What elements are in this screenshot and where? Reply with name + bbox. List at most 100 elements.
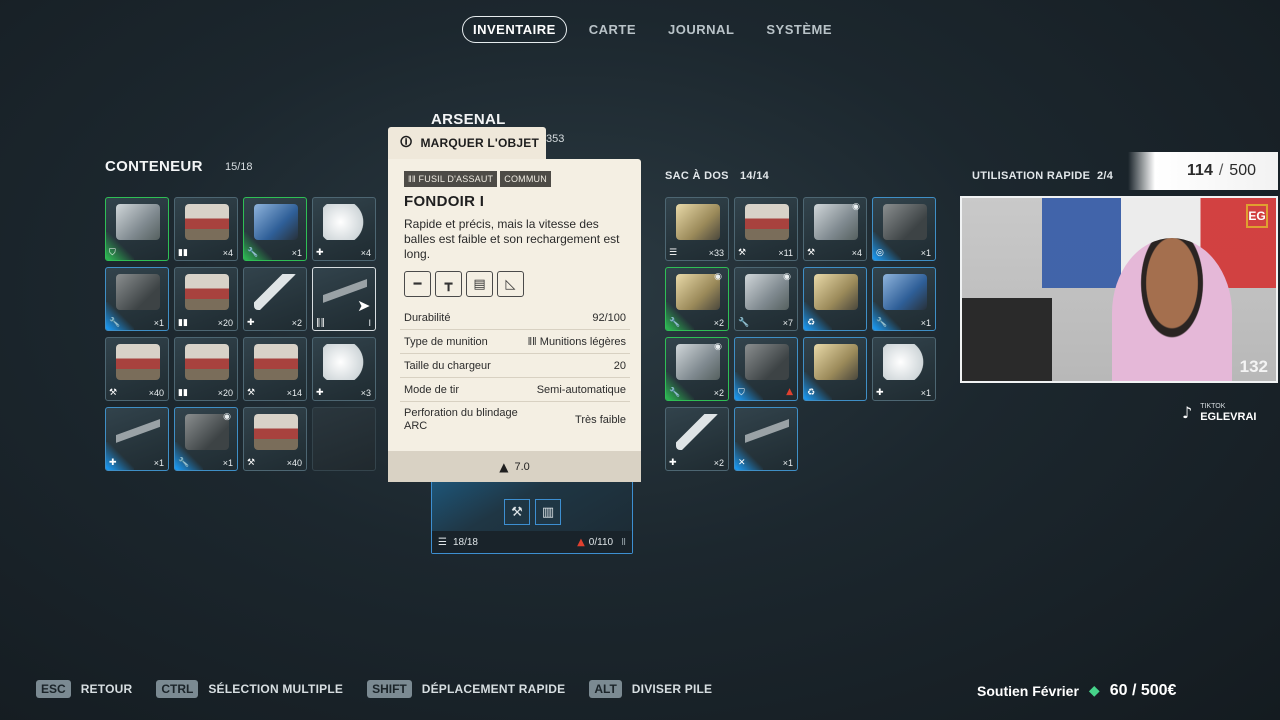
container-slot[interactable]: ✚ ×3: [312, 337, 376, 401]
hammer-icon: ⚒: [807, 248, 816, 258]
light-ammo-icon: ‖‖: [527, 335, 540, 348]
container-slot[interactable]: ▮▮ ×20: [174, 267, 238, 331]
slot-quantity: ×1: [222, 458, 233, 468]
goal-max: 500: [1229, 162, 1256, 179]
alt-key: ALT: [589, 680, 622, 698]
muzzle-mod-icon: ━: [404, 271, 431, 297]
item-image: [745, 204, 789, 240]
backpack-slot[interactable]: 🔧 ×1: [872, 267, 936, 331]
hammer-icon: ⚒: [109, 388, 118, 398]
backpack-slot[interactable]: ⛉ ▲: [734, 337, 798, 401]
backpack-slot[interactable]: ◉ 🔧 ×2: [665, 267, 729, 331]
stat-row: Mode de tir Semi-automatique: [400, 378, 630, 402]
item-image: [745, 344, 789, 380]
container-slot[interactable]: ✚ ×1: [105, 407, 169, 471]
arsenal-warning-value: 0/110: [588, 536, 614, 548]
container-slot[interactable]: 🔧 ×1: [243, 197, 307, 261]
weight-footer: ▲ 7.0: [388, 451, 641, 482]
warning-icon: ▲: [577, 536, 585, 548]
backpack-slot[interactable]: ☰ ×33: [665, 197, 729, 261]
container-slot[interactable]: ◉ 🔧 ×1: [174, 407, 238, 471]
container-slot[interactable]: ⚒ ×40: [105, 337, 169, 401]
slot-quantity: ×1: [920, 388, 931, 398]
wrench-icon: 🔧: [876, 318, 888, 328]
stock-mod-icon: ◺: [497, 271, 524, 297]
item-image: [745, 414, 789, 450]
container-slot[interactable]: ✚ ×4: [312, 197, 376, 261]
backpack-slot[interactable]: ✚ ×2: [665, 407, 729, 471]
backpack-slot[interactable]: ♻: [803, 267, 867, 331]
arsenal-weapon-panel[interactable]: ⚒ ▥ ☰ 18/18 ▲ 0/110 Ⅱ: [431, 470, 633, 554]
back-hint[interactable]: RETOUR: [81, 682, 133, 696]
container-slot[interactable]: 🔧 ×1: [105, 267, 169, 331]
slot-quantity: ×4: [851, 248, 862, 258]
container-slot[interactable]: ✚ ×2: [243, 267, 307, 331]
arsenal-value: 353: [546, 133, 565, 145]
backpack-slot[interactable]: ◎ ×1: [872, 197, 936, 261]
quick-move-hint[interactable]: DÉPLACEMENT RAPIDE: [422, 682, 566, 696]
container-slot-selected[interactable]: ‖‖ I ➤: [312, 267, 376, 331]
backpack-slot[interactable]: ◉ 🔧 ×2: [665, 337, 729, 401]
slot-quantity: ×3: [360, 388, 371, 398]
container-slot-empty[interactable]: [312, 407, 376, 471]
container-slot[interactable]: ▮▮ ×4: [174, 197, 238, 261]
tiktok-icon: ♪: [1182, 402, 1193, 422]
item-tooltip: ‖‖ FUSIL D'ASSAUT COMMUN FONDOIR I Rapid…: [388, 159, 641, 482]
item-name: FONDOIR I: [404, 193, 485, 210]
backpack-slot[interactable]: ♻: [803, 337, 867, 401]
stat-row: Type de munition ‖‖ Munitions légères: [400, 330, 630, 354]
plus-icon: ✚: [316, 248, 324, 258]
tab-carte[interactable]: CARTE: [579, 17, 646, 42]
mark-item-button[interactable]: 🛈 MARQUER L'OBJET: [388, 127, 546, 159]
multi-select-hint[interactable]: SÉLECTION MULTIPLE: [208, 682, 343, 696]
container-slot[interactable]: ⚒ ×14: [243, 337, 307, 401]
ammo-icon: ▮▮: [178, 248, 188, 258]
slot-quantity: ×14: [286, 388, 302, 398]
backpack-slot[interactable]: ⚒ ×11: [734, 197, 798, 261]
backpack-slot[interactable]: ◉ ⚒ ×4: [803, 197, 867, 261]
backpack-slot[interactable]: ◉ 🔧 ×7: [734, 267, 798, 331]
tiktok-handle: EGLEVRAI: [1200, 411, 1257, 423]
webcam-feed: EG 132: [960, 196, 1278, 383]
tab-journal[interactable]: JOURNAL: [658, 17, 744, 42]
container-count: 15/18: [225, 161, 253, 173]
container-slot[interactable]: ▮▮ ×20: [174, 337, 238, 401]
item-image: [254, 274, 298, 310]
cursor-icon: ➤: [357, 296, 371, 315]
quick-use-title: UTILISATION RAPIDE: [972, 170, 1091, 182]
item-image: [116, 344, 160, 380]
slot-quantity: ×20: [217, 318, 233, 328]
item-image: [323, 344, 367, 380]
backpack-slot[interactable]: ✚ ×1: [872, 337, 936, 401]
slot-quantity: ×1: [782, 458, 793, 468]
slot-quantity: ×33: [708, 248, 724, 258]
tab-systeme[interactable]: SYSTÈME: [756, 17, 842, 42]
backpack-slot[interactable]: ✕ ×1: [734, 407, 798, 471]
item-image: [116, 414, 160, 450]
tab-inventaire[interactable]: INVENTAIRE: [462, 16, 567, 43]
goal-current: 114: [1187, 162, 1213, 179]
hammer-icon: ⚒: [247, 388, 256, 398]
quick-use-count: 2/4: [1097, 170, 1114, 182]
item-image: [883, 274, 927, 310]
split-stack-hint[interactable]: DIVISER PILE: [632, 682, 712, 696]
rarity-tag: COMMUN: [500, 171, 551, 187]
recycle-icon: ♻: [807, 318, 816, 328]
container-grid: ⛉ ▮▮ ×4 🔧 ×1 ✚ ×4 🔧 ×1 ▮▮ ×20 ✚ ×2 ‖‖ I ➤ ⚒ ×40 ▮…: [105, 197, 376, 471]
cross-icon: ✕: [738, 458, 746, 468]
slot-quantity: ×1: [920, 318, 931, 328]
container-title: CONTENEUR: [105, 158, 203, 175]
ctrl-key: CTRL: [156, 680, 199, 698]
container-slot[interactable]: ⛉: [105, 197, 169, 261]
item-image: [254, 204, 298, 240]
bullets-icon: ‖‖: [408, 174, 419, 184]
backpack-grid: ☰ ×33 ⚒ ×11 ◉ ⚒ ×4 ◎ ×1 ◉ 🔧 ×2 ◉ 🔧 ×7 ♻ 🔧 ×1 ◉ 🔧 ×2 …: [665, 197, 936, 471]
container-slot[interactable]: ⚒ ×40: [243, 407, 307, 471]
attachment-slot[interactable]: ⚒: [504, 499, 530, 525]
ammo-icon: ▮▮: [178, 318, 188, 328]
item-image: [185, 344, 229, 380]
item-image: [883, 344, 927, 380]
channel-logo: EG: [1246, 204, 1268, 228]
item-image: [323, 204, 367, 240]
attachment-slot[interactable]: ▥: [535, 499, 561, 525]
